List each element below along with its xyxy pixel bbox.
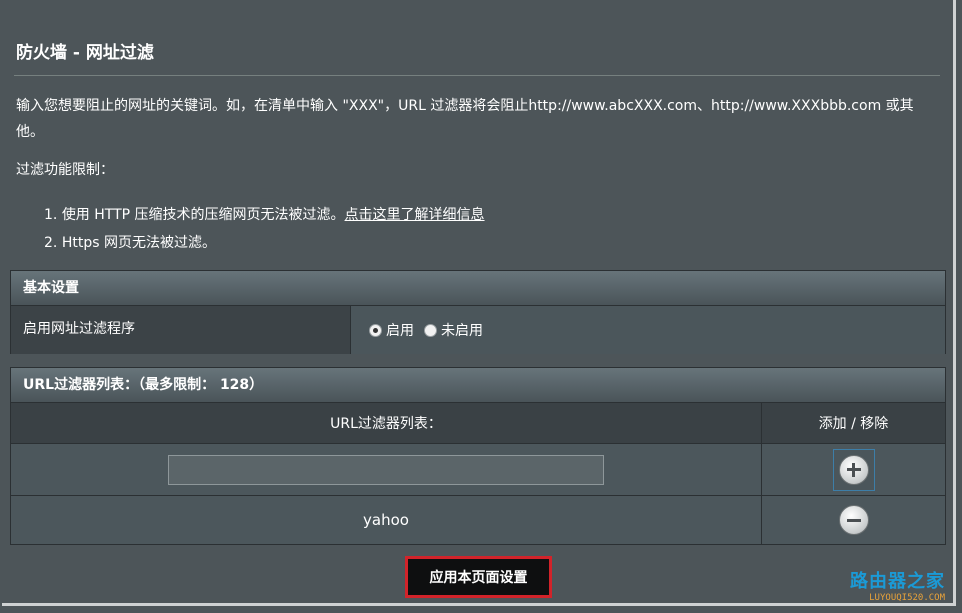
add-button[interactable] [832, 448, 875, 491]
site-watermark: 路由器之家 LUYOUQI520.COM [850, 567, 945, 603]
details-link[interactable]: 点击这里了解详细信息 [345, 207, 485, 223]
url-filter-section: URL过滤器列表：（最多限制： 128） URL过滤器列表： 添加 / 移除 y… [10, 367, 946, 545]
watermark-sub: LUYOUQI520.COM [869, 593, 945, 603]
remove-cell [762, 496, 945, 544]
add-cell [762, 444, 945, 495]
limits-list: 1. 使用 HTTP 压缩技术的压缩网页无法被过滤。点击这里了解详细信息 2. … [44, 201, 485, 257]
action-column-header: 添加 / 移除 [818, 416, 889, 432]
url-input-cell [11, 444, 762, 495]
limits-title: 过滤功能限制： [16, 162, 114, 178]
limit-item: 2. Https 网页无法被过滤。 [44, 229, 485, 257]
plus-circle-icon [838, 454, 869, 485]
title-divider [14, 75, 940, 76]
radio-disable-button[interactable] [424, 323, 437, 337]
limit-item: 1. 使用 HTTP 压缩技术的压缩网页无法被过滤。点击这里了解详细信息 [44, 201, 485, 229]
url-item-cell: yahoo [11, 496, 762, 544]
limit-text: 使用 HTTP 压缩技术的压缩网页无法被过滤。 [61, 207, 345, 223]
basic-settings-section: 基本设置 启用网址过滤程序 启用 未启用 [10, 270, 946, 354]
table-row: yahoo [11, 496, 945, 544]
url-table-header: URL过滤器列表： 添加 / 移除 [11, 403, 945, 444]
url-input[interactable] [168, 454, 604, 485]
radio-enable-button[interactable] [369, 323, 382, 337]
limit-text: Https 网页无法被过滤。 [61, 235, 216, 251]
basic-settings-header: 基本设置 [11, 271, 945, 306]
limit-number: 1. [44, 207, 58, 223]
enable-filter-label: 启用网址过滤程序 [11, 306, 351, 354]
intro-text: 输入您想要阻止的网址的关键词。如，在清单中输入 "XXX"，URL 过滤器将会阻… [16, 98, 914, 140]
url-filter-header: URL过滤器列表：（最多限制： 128） [11, 368, 945, 403]
watermark-main: 路由器之家 [850, 571, 945, 592]
url-column-header: URL过滤器列表： [11, 403, 762, 443]
url-input-row [11, 444, 945, 496]
page-title: 防火墙 - 网址过滤 [16, 43, 154, 63]
enable-filter-options: 启用 未启用 [351, 306, 945, 354]
radio-enable-label: 启用 [386, 323, 414, 339]
radio-disable-label: 未启用 [441, 323, 483, 339]
radio-disable[interactable]: 未启用 [424, 320, 483, 340]
limit-number: 2. [44, 235, 58, 251]
enable-filter-row: 启用网址过滤程序 启用 未启用 [11, 306, 945, 354]
url-item-text: yahoo [363, 511, 409, 529]
main-panel: 防火墙 - 网址过滤 输入您想要阻止的网址的关键词。如，在清单中输入 "XXX"… [2, 0, 956, 606]
minus-circle-icon[interactable] [838, 505, 869, 535]
radio-enable[interactable]: 启用 [369, 320, 414, 340]
apply-button[interactable]: 应用本页面设置 [405, 556, 552, 598]
